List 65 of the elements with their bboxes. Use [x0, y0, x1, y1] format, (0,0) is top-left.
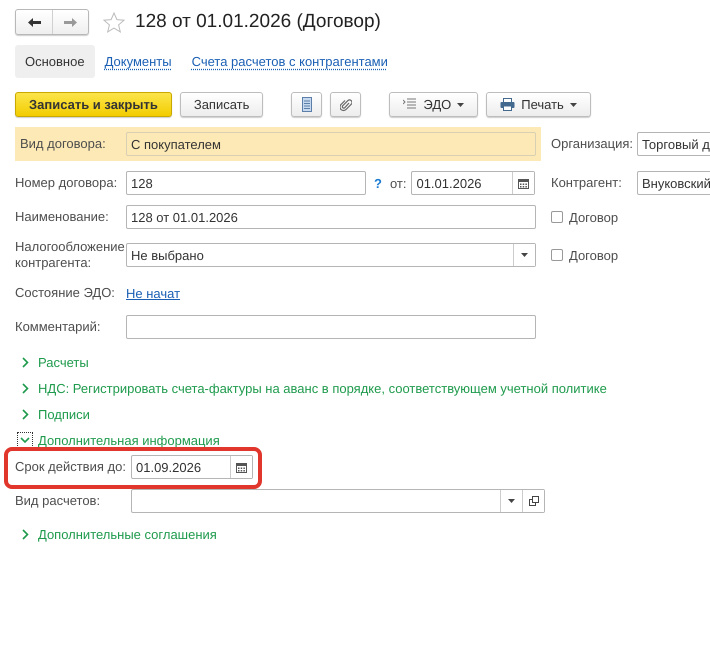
group-header[interactable]: Подписи: [15, 401, 710, 427]
field-label: Налогообложение контрагента:: [15, 239, 126, 271]
open-button[interactable]: [522, 490, 544, 512]
chevron-right-icon: [22, 356, 28, 368]
calendar-icon: [518, 178, 530, 188]
group-header[interactable]: Расчеты: [15, 349, 710, 375]
chevron-right-icon: [22, 408, 28, 420]
field-label: Контрагент:: [551, 175, 623, 191]
input-field[interactable]: [131, 489, 545, 513]
field-label: Вид расчетов:: [15, 493, 102, 509]
field-label: Комментарий:: [15, 319, 102, 335]
tab[interactable]: Документы: [94, 45, 182, 78]
caret-icon: [508, 499, 515, 503]
report-button[interactable]: [291, 92, 322, 117]
input-field[interactable]: 128 от 01.01.2026: [126, 205, 536, 229]
window-title: 128 от 01.01.2026 (Договор): [135, 11, 381, 33]
calendar-button[interactable]: [512, 172, 534, 194]
dropdown-button[interactable]: [513, 244, 535, 266]
print-menu-button[interactable]: Печать: [486, 92, 591, 117]
input-field[interactable]: 01.01.2026: [411, 171, 536, 195]
input-field[interactable]: Не выбрано: [126, 243, 536, 267]
input-field[interactable]: Внуковский: [637, 171, 710, 195]
list-icon: [302, 97, 312, 112]
field-label: Наименование:: [15, 209, 110, 225]
field-label: Состояние ЭДО:: [15, 285, 116, 301]
input-field[interactable]: С покупателем: [126, 132, 536, 156]
input-field[interactable]: 128: [126, 171, 366, 195]
edo-menu-button[interactable]: ЭДО: [389, 92, 478, 117]
document-list-icon: [403, 98, 418, 111]
chevron-down-icon: [20, 436, 30, 444]
arrow-left-icon: [28, 18, 40, 26]
input-field[interactable]: [126, 315, 536, 339]
paperclip-icon: [340, 98, 352, 112]
star-icon[interactable]: [103, 12, 125, 32]
tab[interactable]: Счета расчетов с контрагентами: [182, 45, 398, 78]
calendar-button[interactable]: [230, 456, 252, 478]
arrow-right-icon: [64, 18, 77, 26]
save-close-button[interactable]: Записать и закрыть: [15, 92, 172, 117]
printer-icon: [500, 98, 516, 111]
tab[interactable]: Основное: [15, 45, 95, 78]
caret-icon: [457, 102, 464, 106]
checkbox[interactable]: [551, 249, 563, 261]
input-field[interactable]: Торговый д: [637, 132, 710, 156]
chevron-right-icon: [22, 528, 28, 540]
field-label: Организация:: [551, 136, 634, 152]
checkbox[interactable]: [551, 211, 563, 223]
group-header[interactable]: Дополнительная информация: [15, 427, 710, 453]
open-icon: [528, 496, 538, 506]
caret-icon: [570, 102, 577, 106]
attach-button[interactable]: [330, 92, 362, 117]
checkbox-label: Договор: [569, 248, 618, 262]
input-field[interactable]: 01.09.2026: [131, 455, 253, 479]
field-label: Номер договора:: [15, 175, 118, 191]
group-header[interactable]: Дополнительные соглашения: [15, 521, 710, 547]
chevron-right-icon: [22, 382, 28, 394]
checkbox-label: Договор: [569, 210, 618, 224]
group-header[interactable]: НДС: Регистрировать счета-фактуры на аванс в порядке, соответствующем учетной политике: [15, 375, 710, 401]
field-label: от:: [390, 176, 406, 190]
field-label: Срок действия до:: [15, 459, 127, 475]
calendar-icon: [236, 462, 247, 472]
caret-icon: [521, 253, 528, 257]
status-link[interactable]: Не начат: [126, 286, 180, 300]
field-label: Вид договора:: [20, 136, 107, 152]
help-link[interactable]: ?: [374, 176, 382, 190]
save-button[interactable]: Записать: [180, 92, 264, 117]
